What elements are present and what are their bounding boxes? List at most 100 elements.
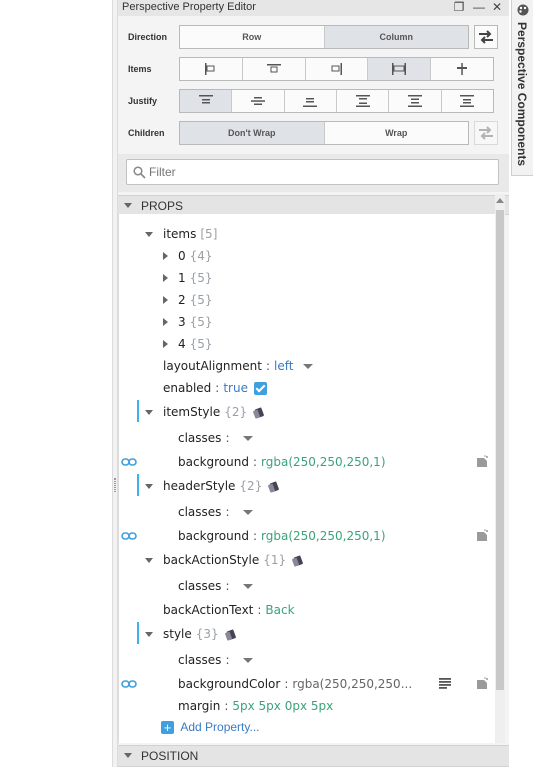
scroll-up-arrow-icon[interactable]	[496, 198, 504, 203]
items-flex-start-button[interactable]	[180, 58, 243, 80]
tree-row-items[interactable]: items [5]	[119, 224, 496, 244]
reverse-wrap-button[interactable]	[474, 121, 498, 145]
items-center-button[interactable]	[243, 58, 306, 80]
prop-key: 2	[178, 293, 186, 307]
link-icon[interactable]	[121, 456, 137, 468]
dropdown-caret-icon[interactable]	[243, 584, 254, 589]
close-icon[interactable]: ✕	[489, 0, 505, 16]
justify-space-between-button[interactable]	[337, 90, 390, 112]
prop-key: 0	[178, 249, 186, 263]
prop-value[interactable]: Back	[265, 603, 294, 617]
expand-caret-icon[interactable]	[145, 632, 153, 637]
tree-row-item-style[interactable]: itemStyle {2}	[119, 402, 496, 422]
tree-row-style-classes[interactable]: classes:	[178, 650, 254, 670]
collapse-caret-icon[interactable]	[124, 203, 132, 208]
text-editor-icon[interactable]	[439, 678, 451, 689]
tree-row-header-style-classes[interactable]: classes:	[178, 502, 254, 522]
scroll-thumb[interactable]	[496, 210, 504, 690]
align-baseline-icon	[457, 63, 468, 75]
items-stretch-button[interactable]	[368, 58, 432, 80]
dropdown-caret-icon[interactable]	[243, 658, 254, 663]
prop-value[interactable]: 5px 5px 0px 5px	[232, 699, 333, 713]
document-icon[interactable]	[475, 677, 489, 691]
dropdown-caret-icon[interactable]	[243, 510, 254, 515]
expand-caret-icon[interactable]	[145, 232, 153, 237]
link-icon[interactable]	[121, 530, 137, 542]
tree-row-style-margin[interactable]: margin:5px 5px 0px 5px	[178, 696, 333, 716]
style-brush-icon[interactable]	[253, 406, 267, 419]
justify-center-button[interactable]	[232, 90, 285, 112]
tree-row-back-action-text[interactable]: backActionText: Back	[163, 600, 295, 620]
link-icon[interactable]	[121, 678, 137, 690]
dropdown-caret-icon[interactable]	[303, 364, 314, 369]
prop-value: true	[223, 381, 248, 395]
splitter-grip-icon[interactable]	[114, 478, 116, 492]
enabled-checkbox[interactable]	[253, 382, 267, 395]
perspective-components-tab[interactable]: Perspective Components	[511, 0, 533, 176]
expand-caret-icon[interactable]	[163, 340, 168, 348]
tree-row-style[interactable]: style {3}	[119, 624, 496, 644]
tree-row-back-action-style[interactable]: backActionStyle {1}	[119, 550, 496, 570]
align-stretch-icon	[392, 63, 407, 75]
tree-row-enabled[interactable]: enabled: true	[163, 378, 267, 398]
justify-space-around-button[interactable]	[389, 90, 442, 112]
dont-wrap-button[interactable]: Don't Wrap	[180, 122, 325, 144]
justify-flex-end-button[interactable]	[285, 90, 337, 112]
tree-row-header-style[interactable]: headerStyle {2}	[119, 476, 496, 496]
collapse-caret-icon[interactable]	[124, 753, 132, 758]
filter-field[interactable]	[126, 159, 499, 185]
tree-row-back-action-style-classes[interactable]: classes:	[178, 576, 254, 596]
restore-window-icon[interactable]: ❐	[451, 0, 467, 16]
justify-start-icon	[198, 95, 213, 104]
tree-row-item-style-classes[interactable]: classes:	[178, 428, 254, 448]
justify-flex-start-button[interactable]	[180, 90, 233, 112]
prop-value[interactable]: rgba(250,250,250,1)	[261, 529, 385, 543]
prop-key: backActionStyle	[163, 553, 260, 567]
expand-caret-icon[interactable]	[145, 410, 153, 415]
filter-input[interactable]	[149, 160, 489, 184]
style-brush-icon[interactable]	[268, 480, 282, 493]
tree-row-style-background-color[interactable]: backgroundColor: rgba(250,250,250...	[178, 674, 412, 694]
tree-row-item-3[interactable]: 3 {5}	[119, 312, 496, 332]
prop-value[interactable]: left	[274, 359, 293, 373]
minimize-icon[interactable]: —	[471, 0, 487, 16]
style-brush-icon[interactable]	[224, 628, 239, 641]
justify-space-evenly-button[interactable]	[442, 90, 493, 112]
add-property-button[interactable]: + Add Property...	[161, 717, 260, 737]
items-baseline-button[interactable]	[431, 58, 493, 80]
style-brush-icon[interactable]	[292, 554, 306, 567]
direction-row-button[interactable]: Row	[180, 26, 325, 48]
expand-caret-icon[interactable]	[163, 296, 168, 304]
tree-row-item-2[interactable]: 2 {5}	[119, 290, 496, 310]
props-section-title: PROPS	[141, 199, 184, 213]
expand-caret-icon[interactable]	[145, 484, 153, 489]
prop-key: enabled	[163, 381, 212, 395]
expand-caret-icon[interactable]	[145, 558, 153, 563]
direction-column-button[interactable]: Column	[324, 26, 468, 48]
reverse-direction-button[interactable]	[474, 25, 498, 49]
swap-arrows-icon	[479, 126, 493, 140]
wrap-button[interactable]: Wrap	[325, 122, 469, 144]
tree-row-item-0[interactable]: 0 {4}	[119, 246, 496, 266]
tree-row-item-1[interactable]: 1 {5}	[119, 268, 496, 288]
document-icon[interactable]	[475, 529, 489, 543]
position-section-header[interactable]: POSITION	[118, 745, 509, 767]
props-section-header[interactable]: PROPS	[118, 195, 509, 215]
expand-caret-icon[interactable]	[163, 274, 168, 282]
tree-row-item-style-background[interactable]: background: rgba(250,250,250,1)	[178, 452, 386, 472]
prop-count: [5]	[200, 227, 218, 241]
dropdown-caret-icon[interactable]	[243, 436, 254, 441]
tree-row-layout-alignment[interactable]: layoutAlignment: left	[163, 356, 314, 376]
tree-row-item-4[interactable]: 4 {5}	[119, 334, 496, 354]
expand-caret-icon[interactable]	[163, 318, 168, 326]
panel-title-bar: Perspective Property Editor ❐ — ✕	[118, 0, 509, 16]
document-icon[interactable]	[475, 455, 489, 469]
children-label: Children	[128, 128, 165, 138]
prop-value[interactable]: rgba(250,250,250,1)	[261, 455, 385, 469]
prop-value[interactable]: rgba(250,250,250...	[292, 677, 412, 691]
expand-caret-icon[interactable]	[163, 252, 168, 260]
prop-key: classes	[178, 505, 222, 519]
tree-row-header-style-background[interactable]: background: rgba(250,250,250,1)	[178, 526, 386, 546]
props-scrollbar[interactable]	[495, 194, 505, 743]
items-flex-end-button[interactable]	[306, 58, 369, 80]
